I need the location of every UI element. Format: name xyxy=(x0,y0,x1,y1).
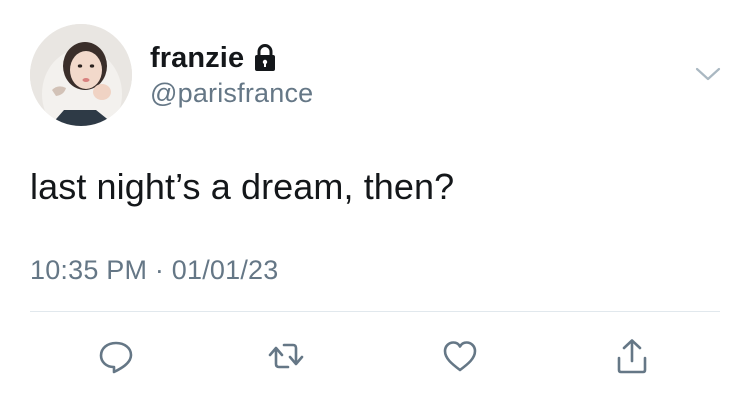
reply-icon xyxy=(99,341,133,374)
display-name[interactable]: franzie xyxy=(150,42,244,75)
like-button[interactable] xyxy=(440,336,480,376)
author-name-row: franzie xyxy=(150,40,278,76)
avatar[interactable] xyxy=(30,24,132,126)
tweet-timestamp[interactable]: 10:35 PM · 01/01/23 xyxy=(30,255,278,286)
retweet-icon xyxy=(268,343,304,369)
reply-button[interactable] xyxy=(96,336,136,376)
author-handle[interactable]: @parisfrance xyxy=(150,78,313,109)
divider xyxy=(30,311,720,312)
profile-photo xyxy=(30,24,132,126)
heart-icon xyxy=(443,341,477,372)
retweet-button[interactable] xyxy=(266,336,306,376)
share-button[interactable] xyxy=(612,336,652,376)
share-icon xyxy=(617,339,647,374)
tweet-text: last night’s a dream, then? xyxy=(30,166,455,207)
chevron-down-icon[interactable] xyxy=(693,63,723,85)
lock-icon xyxy=(252,43,278,73)
